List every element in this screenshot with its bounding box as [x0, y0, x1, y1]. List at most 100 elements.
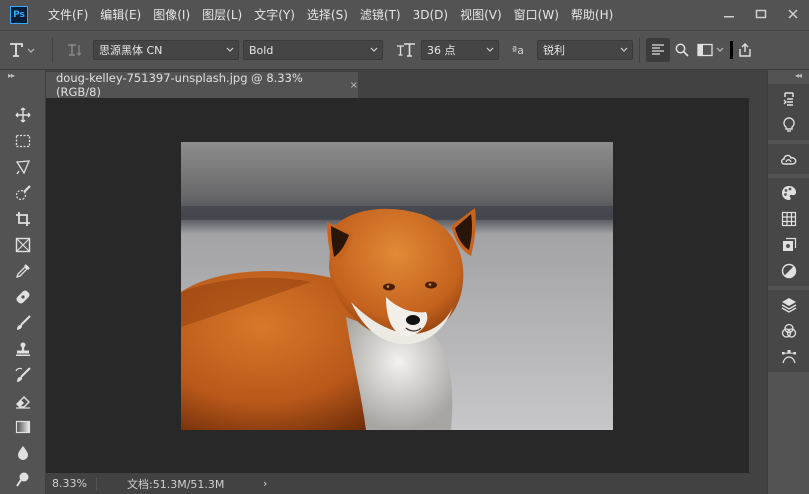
workspace-icon [697, 43, 724, 57]
eyedropper-tool[interactable] [0, 258, 46, 284]
gradient-tool-icon [15, 420, 31, 434]
menu-file[interactable]: 文件(F) [42, 0, 94, 30]
frame-tool[interactable] [0, 232, 46, 258]
toggle-text-orientation[interactable] [59, 41, 89, 59]
document-tab[interactable]: doug-kelley-751397-unsplash.jpg @ 8.33%(… [46, 71, 358, 99]
minimize-icon [724, 16, 734, 18]
panel-dock: ◂◂ [767, 70, 809, 494]
move-tool-icon [15, 107, 31, 123]
window-controls [713, 0, 809, 30]
history-panel-button[interactable] [768, 86, 809, 112]
vertical-scrollbar[interactable] [749, 98, 767, 473]
menu-layer[interactable]: 图层(L) [196, 0, 248, 30]
font-style-select[interactable]: Bold [243, 40, 383, 60]
close-tab-icon[interactable]: × [350, 80, 358, 91]
menu-help[interactable]: 帮助(H) [565, 0, 619, 30]
layers-panel-button[interactable] [768, 292, 809, 318]
paths-panel-button[interactable] [768, 344, 809, 370]
document-tab-title: doug-kelley-751397-unsplash.jpg @ 8.33%(… [56, 71, 303, 99]
learn-panel-button[interactable] [768, 112, 809, 138]
font-style-value: Bold [249, 43, 274, 57]
menu-bar: Ps 文件(F) 编辑(E) 图像(I) 图层(L) 文字(Y) 选择(S) 滤… [0, 0, 809, 30]
chevron-down-icon [486, 46, 494, 54]
quick-selection-tool-icon [15, 185, 31, 201]
dodge-tool-icon [16, 472, 29, 487]
learn-panel-icon [783, 117, 795, 132]
properties-panel-button[interactable] [768, 232, 809, 258]
collapse-panels-button[interactable]: ◂◂ [768, 70, 809, 80]
quick-selection-tool[interactable] [0, 180, 46, 206]
antialias-icon: ªa [512, 43, 524, 57]
swatches-panel-icon [781, 211, 797, 227]
crop-tool[interactable] [0, 206, 46, 232]
channels-panel-icon [781, 323, 797, 338]
lasso-tool[interactable] [0, 154, 46, 180]
marquee-tool-icon [15, 134, 31, 148]
swatches-panel-button[interactable] [768, 206, 809, 232]
properties-panel-icon [783, 237, 797, 251]
antialias-value: 锐利 [543, 44, 565, 57]
menu-select[interactable]: 选择(S) [301, 0, 354, 30]
color-panel-button[interactable] [768, 180, 809, 206]
tools-panel: ▸▸ [0, 70, 46, 494]
type-tool-icon [10, 43, 35, 57]
font-family-value: 思源黑体 CN [99, 44, 163, 57]
chevron-down-icon [226, 46, 234, 54]
history-brush-tool[interactable] [0, 362, 46, 388]
search-button[interactable] [670, 43, 694, 57]
eraser-tool-icon [16, 396, 30, 409]
menu-type[interactable]: 文字(Y) [248, 0, 301, 30]
font-size-select[interactable]: 36 点 [421, 40, 499, 60]
restore-button[interactable] [745, 0, 777, 28]
marquee-tool[interactable] [0, 128, 46, 154]
clone-stamp-tool[interactable] [0, 336, 46, 362]
color-panel-icon [782, 186, 796, 200]
panel-group-2 [768, 144, 809, 174]
align-left-icon [652, 44, 664, 55]
close-icon [788, 9, 798, 19]
healing-brush-tool[interactable] [0, 284, 46, 310]
eraser-tool[interactable] [0, 388, 46, 414]
adjustments-panel-button[interactable] [768, 258, 809, 284]
zoom-level[interactable]: 8.33% [46, 477, 92, 490]
close-window-button[interactable] [777, 0, 809, 28]
libraries-panel-button[interactable] [768, 146, 809, 172]
eyedropper-tool-icon [15, 264, 30, 279]
libraries-panel-icon [781, 154, 797, 165]
antialias-select[interactable]: 锐利 [537, 40, 633, 60]
channels-panel-button[interactable] [768, 318, 809, 344]
font-family-select[interactable]: 思源黑体 CN [93, 40, 239, 60]
text-orientation-icon [68, 44, 82, 56]
gradient-tool[interactable] [0, 414, 46, 440]
document-tab-bar: doug-kelley-751397-unsplash.jpg @ 8.33%(… [46, 70, 767, 99]
panel-group-4 [768, 290, 809, 372]
tool-preset-picker[interactable] [0, 41, 46, 59]
blur-tool-icon [18, 446, 28, 460]
canvas-area[interactable] [46, 98, 749, 473]
brush-tool[interactable] [0, 310, 46, 336]
lasso-tool-icon [15, 160, 31, 175]
status-bar: 8.33% 文档:51.3M/51.3M › [46, 473, 767, 494]
collapse-toolbar-button[interactable]: ▸▸ [0, 70, 45, 80]
brush-tool-icon [17, 315, 31, 330]
dodge-tool[interactable] [0, 466, 46, 492]
font-size-value: 36 点 [427, 44, 456, 57]
history-panel-icon [783, 92, 794, 106]
menu-filter[interactable]: 滤镜(T) [354, 0, 407, 30]
status-info-arrow[interactable]: › [263, 477, 267, 490]
align-left-button[interactable] [646, 38, 670, 62]
menu-window[interactable]: 窗口(W) [508, 0, 565, 30]
paths-panel-icon [782, 350, 796, 364]
share-button[interactable] [735, 43, 755, 57]
menu-view[interactable]: 视图(V) [454, 0, 508, 30]
menu-edit[interactable]: 编辑(E) [94, 0, 147, 30]
menu-3d[interactable]: 3D(D) [407, 0, 454, 30]
panel-group-3 [768, 178, 809, 286]
workspace-switcher[interactable] [694, 43, 728, 57]
menu-image[interactable]: 图像(I) [147, 0, 196, 30]
options-bar: 思源黑体 CN Bold 36 点 ªa 锐利 [0, 30, 809, 70]
crop-tool-icon [16, 212, 30, 226]
minimize-button[interactable] [713, 0, 745, 28]
blur-tool[interactable] [0, 440, 46, 466]
move-tool[interactable] [0, 102, 46, 128]
